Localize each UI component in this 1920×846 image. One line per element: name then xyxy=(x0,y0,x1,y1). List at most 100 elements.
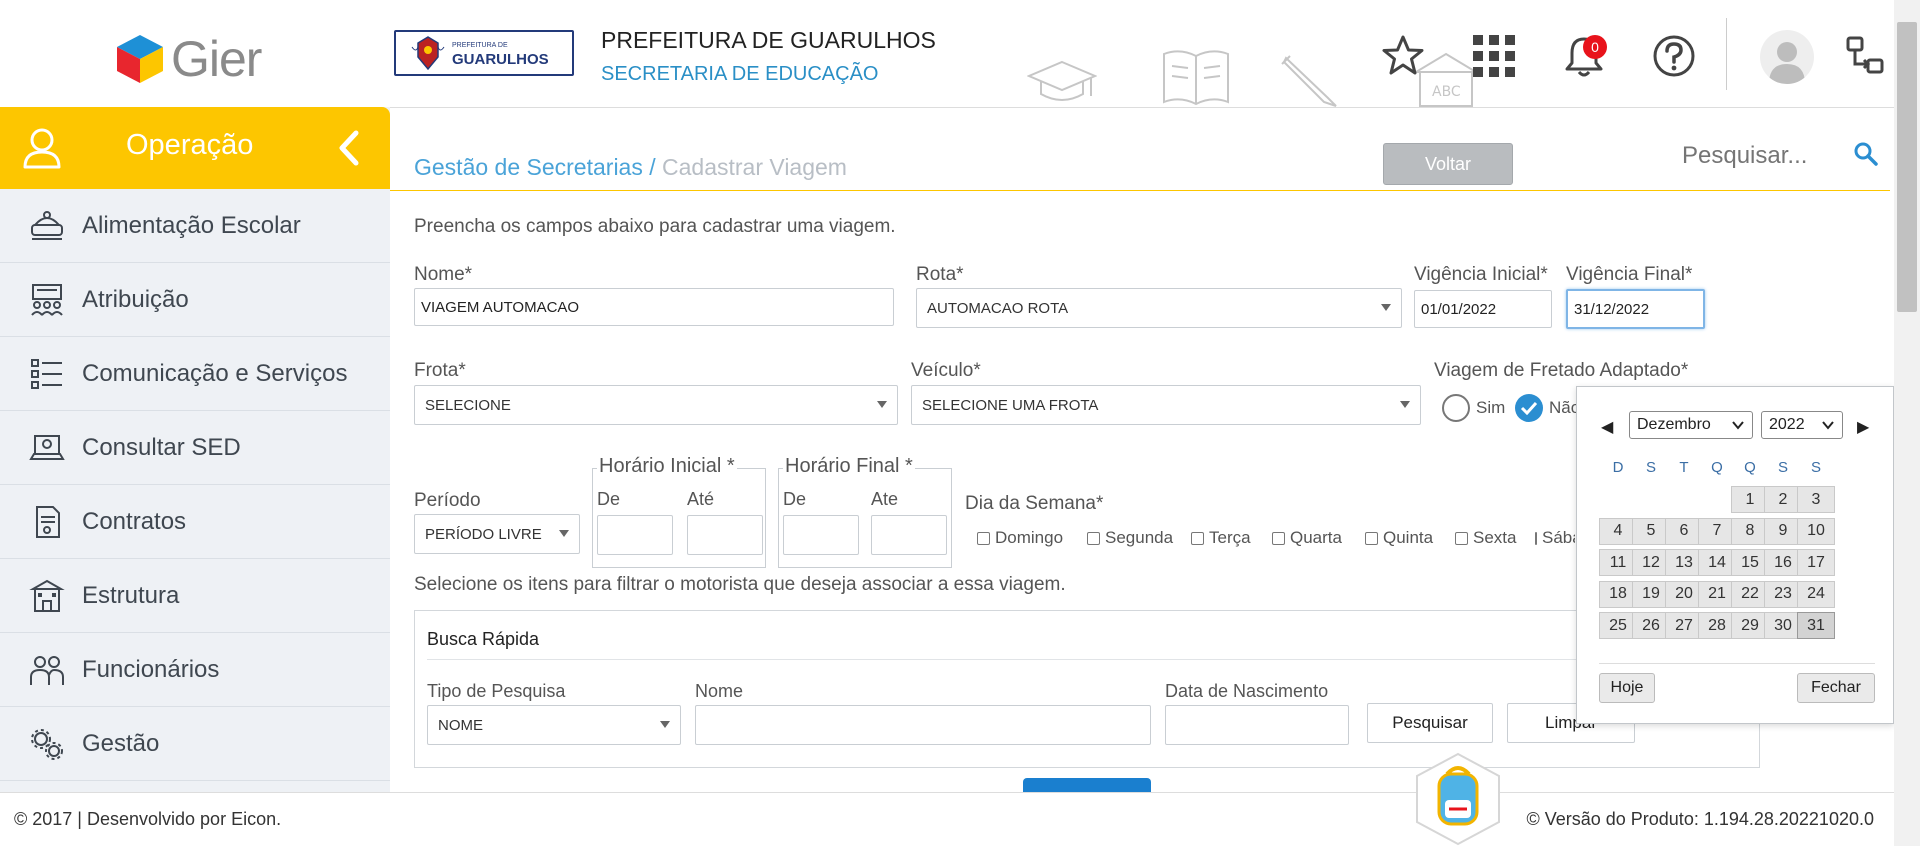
radio-nao[interactable] xyxy=(1515,394,1543,422)
checkbox-segunda[interactable]: Segunda xyxy=(1087,528,1173,548)
breadcrumb-separator: / xyxy=(642,154,663,180)
day-label: Segunda xyxy=(1105,528,1174,547)
nome-field[interactable]: VIAGEM AUTOMACAO xyxy=(414,288,894,326)
checkbox-quarta[interactable]: Quarta xyxy=(1272,528,1342,548)
day-label: Sexta xyxy=(1473,528,1517,547)
rota-value: AUTOMACAO ROTA xyxy=(927,299,1069,317)
book-icon xyxy=(1163,50,1229,106)
notification-badge: 0 xyxy=(1583,35,1607,59)
checkbox-box[interactable] xyxy=(1191,531,1204,545)
checkbox-box[interactable] xyxy=(1535,531,1537,545)
pesquisar-button[interactable]: Pesquisar xyxy=(1367,703,1493,743)
horario-inicial-legend: Horário Inicial * xyxy=(597,455,737,478)
search-input[interactable] xyxy=(1682,136,1842,176)
checkbox-sexta[interactable]: Sexta xyxy=(1455,528,1516,548)
busca-nome-field[interactable] xyxy=(695,705,1151,745)
svg-text:ABC: ABC xyxy=(1432,84,1461,100)
horario-inicial-de-field[interactable] xyxy=(597,515,673,555)
checkbox-box[interactable] xyxy=(1365,531,1378,545)
sidebar-item-label: Alimentação Escolar xyxy=(82,211,301,239)
primary-action-button-partial[interactable] xyxy=(1023,778,1151,792)
sidebar-item-label: Consultar SED xyxy=(82,433,241,461)
frota-select[interactable]: SELECIONE xyxy=(414,385,898,425)
top-header: Gier PREFEITURA DE GUARULHOS PREFEITURA … xyxy=(0,0,1920,108)
check-icon xyxy=(1520,401,1538,415)
checkbox-terca[interactable]: Terça xyxy=(1191,528,1251,548)
month-value: Dezembro xyxy=(1637,416,1711,433)
header-divider xyxy=(1726,18,1727,90)
sidebar-item-alimentacao-escolar[interactable]: Alimentação Escolar xyxy=(0,189,390,263)
crest-icon xyxy=(411,36,445,71)
sidebar-item-gestao[interactable]: Gestão xyxy=(0,707,390,781)
tipo-pesquisa-value: NOME xyxy=(438,716,483,734)
vigencia-inicial-field[interactable]: 01/01/2022 xyxy=(1414,290,1552,328)
sidebar-item-estrutura[interactable]: Estrutura xyxy=(0,559,390,633)
footer-version: © Versão do Produto: 1.194.28.20221020.0 xyxy=(1526,809,1874,829)
checkbox-domingo[interactable]: Domingo xyxy=(977,528,1063,548)
favorites-button[interactable] xyxy=(1379,32,1427,80)
checkbox-sabado[interactable]: Sábado xyxy=(1535,528,1575,548)
avatar[interactable] xyxy=(1760,30,1814,84)
fretado-nao-option[interactable]: Não xyxy=(1515,394,1580,422)
busca-rapida-panel: Busca Rápida Tipo de Pesquisa NOME Nome … xyxy=(414,610,1760,768)
day-label: Domingo xyxy=(995,528,1064,547)
sidebar-item-funcionarios[interactable]: Funcionários xyxy=(0,633,390,707)
fretado-sim-option[interactable]: Sim xyxy=(1442,394,1505,422)
checkbox-box[interactable] xyxy=(1087,531,1100,545)
calendar-day[interactable]: 17 xyxy=(1797,549,1835,576)
back-button[interactable]: Voltar xyxy=(1383,143,1513,185)
horario-inicial-ate-field[interactable] xyxy=(687,515,763,555)
scrollbar-thumb[interactable] xyxy=(1897,22,1917,312)
radio-sim[interactable] xyxy=(1442,394,1470,422)
search-icon[interactable] xyxy=(1854,142,1878,166)
year-select[interactable]: 2022 xyxy=(1761,411,1843,439)
data-nascimento-field[interactable] xyxy=(1165,705,1349,745)
chevron-down-icon xyxy=(660,721,670,728)
sidebar-item-comunicacao-servicos[interactable]: Comunicação e Serviços xyxy=(0,337,390,411)
notifications-button[interactable]: 0 xyxy=(1560,32,1608,80)
prev-month-icon[interactable]: ◀ xyxy=(1601,417,1613,436)
help-icon xyxy=(1653,35,1695,77)
sidebar-item-atribuicao[interactable]: Atribuição xyxy=(0,263,390,337)
periodo-select[interactable]: PERÍODO LIVRE xyxy=(414,514,580,554)
sidebar-item-label: Estrutura xyxy=(82,581,180,609)
sidebar-item-label: Atribuição xyxy=(82,285,189,313)
sidebar-item-consultar-sed[interactable]: Consultar SED xyxy=(0,411,390,485)
switch-profile-icon xyxy=(1846,36,1884,74)
vigencia-final-field[interactable]: 31/12/2022 xyxy=(1566,289,1705,329)
sidebar-item-contratos[interactable]: Contratos xyxy=(0,485,390,559)
horario-inicial-group: Horário Inicial * De Até xyxy=(592,455,766,568)
today-button[interactable]: Hoje xyxy=(1599,673,1655,703)
horario-final-de-field[interactable] xyxy=(783,515,859,555)
horario-final-ate-field[interactable] xyxy=(871,515,947,555)
next-month-icon[interactable]: ▶ xyxy=(1857,417,1869,436)
breadcrumb-link[interactable]: Gestão de Secretarias xyxy=(414,154,643,180)
apps-grid-icon xyxy=(1473,35,1515,77)
header-divider-line xyxy=(390,190,1890,191)
day-label: Quinta xyxy=(1383,528,1434,547)
cube-logo-icon xyxy=(117,35,163,83)
calendar-day[interactable]: 3 xyxy=(1797,486,1835,513)
veiculo-select[interactable]: SELECIONE UMA FROTA xyxy=(911,385,1421,425)
checkbox-box[interactable] xyxy=(1272,531,1285,545)
nome-label: Nome* xyxy=(414,264,473,285)
backpack-helper-icon[interactable] xyxy=(1413,752,1503,846)
veiculo-label: Veículo* xyxy=(911,360,981,381)
calendar-day[interactable]: 24 xyxy=(1797,580,1835,608)
help-button[interactable] xyxy=(1650,32,1698,80)
calendar-day[interactable]: 31 xyxy=(1797,612,1835,639)
checkbox-box[interactable] xyxy=(1455,531,1468,545)
checkbox-quinta[interactable]: Quinta xyxy=(1365,528,1433,548)
calendar-day[interactable]: 10 xyxy=(1797,517,1835,545)
apps-button[interactable] xyxy=(1470,32,1518,80)
close-calendar-button[interactable]: Fechar xyxy=(1797,673,1875,703)
rota-select[interactable]: AUTOMACAO ROTA xyxy=(916,288,1402,328)
month-select[interactable]: Dezembro xyxy=(1629,411,1753,439)
collapse-chevron-left-icon[interactable] xyxy=(336,129,362,167)
gier-logo[interactable]: Gier xyxy=(115,30,262,88)
date-picker-popup: ◀ Dezembro 2022 ▶ D S T Q Q S S 1 2 3 4 5 6 7 8 9 10 11 12… xyxy=(1576,386,1894,724)
sidebar-item-label: Contratos xyxy=(82,507,187,535)
tipo-pesquisa-select[interactable]: NOME xyxy=(427,705,681,745)
switch-profile-button[interactable] xyxy=(1842,32,1890,80)
checkbox-box[interactable] xyxy=(977,531,990,545)
